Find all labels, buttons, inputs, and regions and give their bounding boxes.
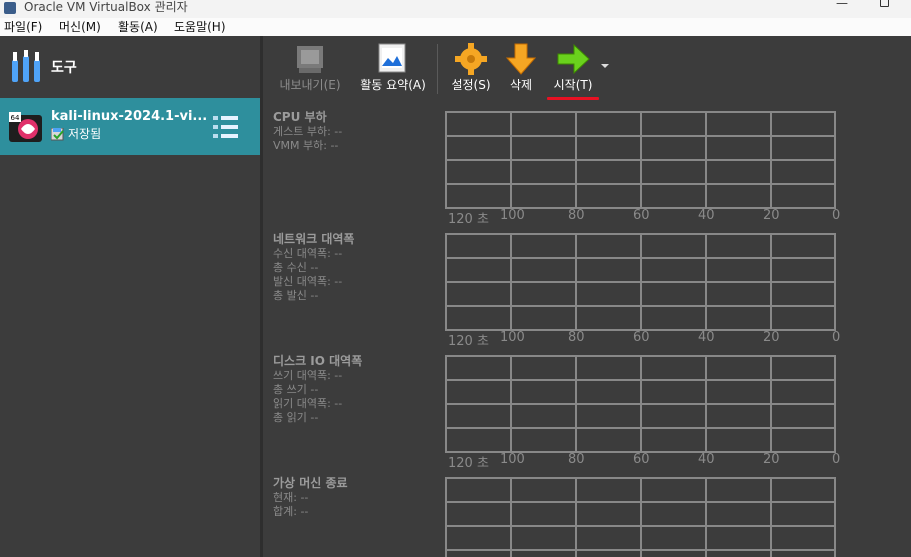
window-title: Oracle VM VirtualBox 관리자	[24, 0, 188, 14]
saved-state-icon	[51, 128, 64, 141]
axis-label: 0	[832, 330, 841, 345]
export-icon	[297, 46, 323, 73]
vm-state: 저장됨	[68, 127, 102, 141]
start-label: 시작(T)	[553, 78, 593, 92]
minimize-button[interactable]: —	[836, 0, 848, 10]
network-section: 네트워크 대역폭 수신 대역폭: -- 총 수신 -- 발신 대역폭: -- 총…	[263, 222, 911, 349]
vm-name: kali-linux-2024.1-vi...	[51, 109, 208, 124]
section-line: 총 발신 --	[273, 289, 319, 302]
axis-label: 40	[698, 330, 715, 345]
tools-label: 도구	[51, 60, 77, 76]
vm-details-menu-icon[interactable]	[213, 115, 239, 139]
export-label: 내보내기(E)	[279, 78, 341, 92]
axis-label: 0	[832, 208, 841, 223]
axis-label: 0	[832, 452, 841, 467]
tools-icon	[12, 50, 40, 82]
axis-label: 100	[500, 452, 525, 467]
axis-label: 40	[698, 208, 715, 223]
settings-button[interactable]: 설정(S)	[447, 36, 495, 100]
axis-label: 60	[633, 452, 650, 467]
activity-panel: CPU 부하 게스트 부하: -- VMM 부하: -- 120 초 100 8…	[263, 100, 911, 557]
axis-label: 60	[633, 208, 650, 223]
axis-label: 20	[763, 452, 780, 467]
axis-label: 100	[500, 330, 525, 345]
title-bar: Oracle VM VirtualBox 관리자 —	[0, 0, 911, 18]
network-graph	[445, 233, 836, 331]
axis-label: 20	[763, 330, 780, 345]
start-dropdown-arrow-icon[interactable]	[601, 64, 609, 68]
activity-overview-button[interactable]: 활동 요약(A)	[353, 36, 433, 100]
delete-arrow-icon	[505, 43, 537, 75]
vm-exits-section: 가상 머신 종료 현재: -- 합계: --	[263, 466, 911, 557]
cpu-section: CPU 부하 게스트 부하: -- VMM 부하: -- 120 초 100 8…	[263, 100, 911, 227]
axis-label: 60	[633, 330, 650, 345]
menu-help[interactable]: 도움말(H)	[174, 18, 226, 35]
section-line: 총 읽기 --	[273, 411, 319, 424]
axis-label: 80	[568, 330, 585, 345]
menu-activity[interactable]: 활동(A)	[118, 18, 158, 35]
section-line: 합계: --	[273, 505, 309, 518]
vm-list-item[interactable]: 64 kali-linux-2024.1-vi... 저장됨	[0, 98, 260, 155]
settings-gear-icon	[455, 43, 487, 75]
menu-bar: 파일(F) 머신(M) 활동(A) 도움말(H)	[0, 18, 911, 36]
activity-overview-label: 활동 요약(A)	[360, 78, 426, 92]
axis-label: 80	[568, 208, 585, 223]
cpu-graph	[445, 111, 836, 209]
os-bits-badge: 64	[11, 114, 20, 122]
export-button[interactable]: 내보내기(E)	[271, 36, 349, 100]
delete-label: 삭제	[509, 78, 533, 92]
maximize-button[interactable]	[880, 0, 889, 7]
section-line: VMM 부하: --	[273, 139, 339, 152]
disk-graph	[445, 355, 836, 453]
menu-file[interactable]: 파일(F)	[4, 18, 42, 35]
disk-section: 디스크 IO 대역폭 쓰기 대역폭: -- 총 쓰기 -- 읽기 대역폭: --…	[263, 344, 911, 471]
axis-label: 100	[500, 208, 525, 223]
settings-label: 설정(S)	[451, 78, 491, 92]
tools-item[interactable]: 도구	[0, 36, 260, 98]
toolbar: 내보내기(E) 활동 요약(A) 설정(S) 삭제 시작(T)	[263, 36, 911, 100]
menu-machine[interactable]: 머신(M)	[59, 18, 101, 35]
axis-label: 80	[568, 452, 585, 467]
vm-exits-graph	[445, 477, 836, 557]
axis-label: 40	[698, 452, 715, 467]
delete-button[interactable]: 삭제	[501, 36, 541, 100]
start-arrow-icon	[557, 43, 590, 75]
virtualbox-logo-icon	[4, 2, 16, 14]
kali-os-icon: 64	[9, 112, 42, 142]
toolbar-separator	[437, 44, 438, 94]
sidebar: 도구 64 kali-linux-2024.1-vi... 저장됨	[0, 36, 260, 557]
axis-label: 20	[763, 208, 780, 223]
activity-overview-icon	[378, 43, 406, 73]
start-button[interactable]: 시작(T)	[547, 36, 599, 100]
